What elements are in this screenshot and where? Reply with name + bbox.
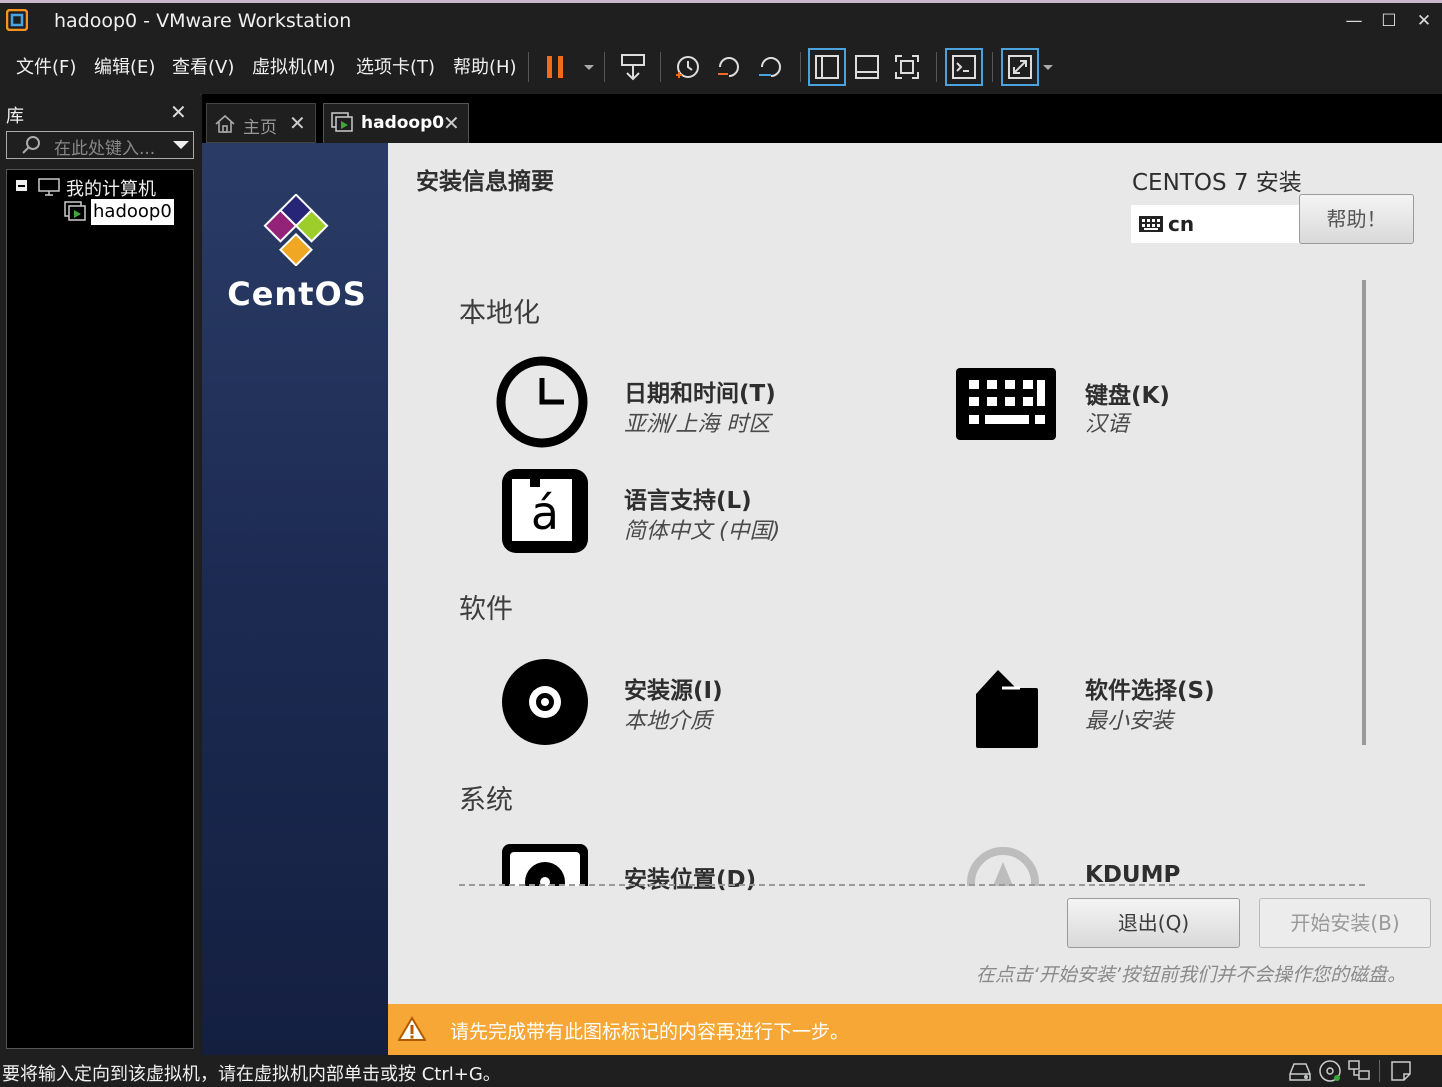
collapse-icon[interactable] [16, 180, 27, 191]
snapshot-manager-icon[interactable] [752, 48, 790, 86]
status-text: 要将输入定向到该虚拟机，请在虚拟机内部单击或按 Ctrl+G。 [2, 1064, 501, 1085]
keyboard-small-icon [1138, 214, 1164, 238]
spoke-software-status: 最小安装 [1085, 709, 1174, 734]
show-thumbnail-icon[interactable] [848, 48, 886, 86]
language-icon[interactable]: á [500, 467, 590, 559]
network-icon[interactable] [1347, 1059, 1373, 1087]
menu-tabs[interactable]: 选项卡(T) [356, 53, 435, 79]
centos-logo-icon [260, 193, 332, 270]
section-software: 软件 [459, 594, 513, 625]
disk-icon[interactable] [500, 842, 590, 886]
package-icon[interactable] [972, 668, 1040, 754]
product-title: CENTOS 7 安装 [1132, 170, 1302, 196]
warning-text: 请先完成带有此图标标记的内容再进行下一步。 [450, 1021, 850, 1043]
toolbar-separator [936, 52, 937, 82]
help-button[interactable]: 帮助！ [1299, 194, 1414, 244]
quit-button[interactable]: 退出(Q) [1067, 898, 1240, 948]
spoke-keyboard-status: 汉语 [1085, 412, 1130, 437]
content-divider [459, 884, 1365, 886]
spoke-destination-title[interactable]: 安装位置(D) [624, 860, 756, 894]
search-icon [20, 134, 42, 160]
computer-icon [38, 177, 60, 201]
stretch-dropdown-icon[interactable] [1040, 48, 1056, 86]
spoke-language-title[interactable]: 语言支持(L) [624, 481, 752, 515]
tree-vm-item[interactable]: hadoop0 [91, 199, 174, 225]
snapshot-icon[interactable] [668, 48, 706, 86]
begin-install-button[interactable]: 开始安装(B) [1259, 898, 1431, 948]
stretch-icon[interactable] [1001, 48, 1039, 86]
section-localization: 本地化 [459, 298, 540, 329]
menu-vm[interactable]: 虚拟机(M) [252, 53, 336, 79]
status-separator [1379, 1060, 1380, 1082]
library-tree [6, 169, 194, 1049]
vm-running-icon [64, 201, 88, 227]
spoke-datetime-title[interactable]: 日期和时间(T) [624, 374, 776, 408]
maximize-button[interactable]: ☐ [1375, 8, 1403, 34]
spoke-software-title[interactable]: 软件选择(S) [1085, 671, 1215, 705]
toolbar-separator [528, 52, 529, 82]
send-ctrl-alt-del-icon[interactable] [614, 48, 652, 86]
hard-disk-icon[interactable] [1288, 1060, 1312, 1086]
library-title: 库 [6, 106, 24, 127]
show-library-icon[interactable] [808, 48, 846, 86]
tree-root-label[interactable]: 我的计算机 [66, 175, 156, 201]
cd-drive-icon[interactable] [1318, 1059, 1342, 1087]
toolbar-separator [992, 52, 993, 82]
revert-snapshot-icon[interactable] [710, 48, 748, 86]
toolbar-separator [660, 52, 661, 82]
toolbar-separator [604, 52, 605, 82]
vmware-logo-icon [5, 8, 29, 32]
centos-brand: CentOS [227, 275, 367, 313]
tab-hadoop0-close-icon[interactable]: ✕ [443, 111, 460, 135]
section-system: 系统 [459, 785, 513, 816]
library-search-placeholder: 在此处键入... [54, 139, 156, 159]
keyboard-icon[interactable] [955, 367, 1057, 445]
console-view-icon[interactable] [945, 48, 983, 86]
vm-tab-icon [331, 112, 355, 138]
tab-home-label: 主页 [243, 118, 277, 138]
spoke-language-status: 简体中文 (中国) [624, 519, 781, 544]
pause-dropdown-icon[interactable] [570, 48, 594, 86]
spoke-source-status: 本地介质 [624, 709, 713, 734]
menu-edit[interactable]: 编辑(E) [94, 53, 155, 79]
clock-icon[interactable] [494, 354, 590, 454]
minimize-button[interactable]: — [1340, 8, 1368, 34]
warning-icon [397, 1016, 427, 1046]
search-dropdown-icon[interactable] [172, 136, 190, 158]
close-window-button[interactable]: ✕ [1410, 8, 1438, 34]
home-icon [214, 113, 236, 139]
spoke-keyboard-title[interactable]: 键盘(K) [1085, 376, 1170, 410]
kdump-icon[interactable] [966, 846, 1040, 886]
spoke-source-title[interactable]: 安装源(I) [624, 671, 723, 705]
message-log-icon[interactable] [1390, 1060, 1412, 1086]
scrollbar[interactable] [1362, 280, 1366, 745]
spoke-datetime-status: 亚洲/上海 时区 [624, 412, 771, 437]
menu-view[interactable]: 查看(V) [172, 53, 234, 79]
keyboard-layout-label: cn [1168, 212, 1195, 236]
menu-help[interactable]: 帮助(H) [453, 53, 517, 79]
tab-hadoop0-label: hadoop0 [361, 113, 445, 133]
svg-text:á: á [531, 486, 559, 540]
toolbar-separator [800, 52, 801, 82]
menu-file[interactable]: 文件(F) [16, 53, 76, 79]
full-screen-icon[interactable] [888, 48, 926, 86]
vm-console[interactable] [202, 143, 1442, 1055]
tab-home-close-icon[interactable]: ✕ [289, 111, 306, 135]
disc-icon[interactable] [500, 657, 590, 751]
page-title: 安装信息摘要 [416, 169, 554, 195]
library-close-icon[interactable]: ✕ [170, 100, 187, 124]
disclaimer-text: 在点击‘开始安装’按钮前我们并不会操作您的磁盘。 [976, 964, 1407, 986]
window-title: hadoop0 - VMware Workstation [54, 10, 352, 32]
